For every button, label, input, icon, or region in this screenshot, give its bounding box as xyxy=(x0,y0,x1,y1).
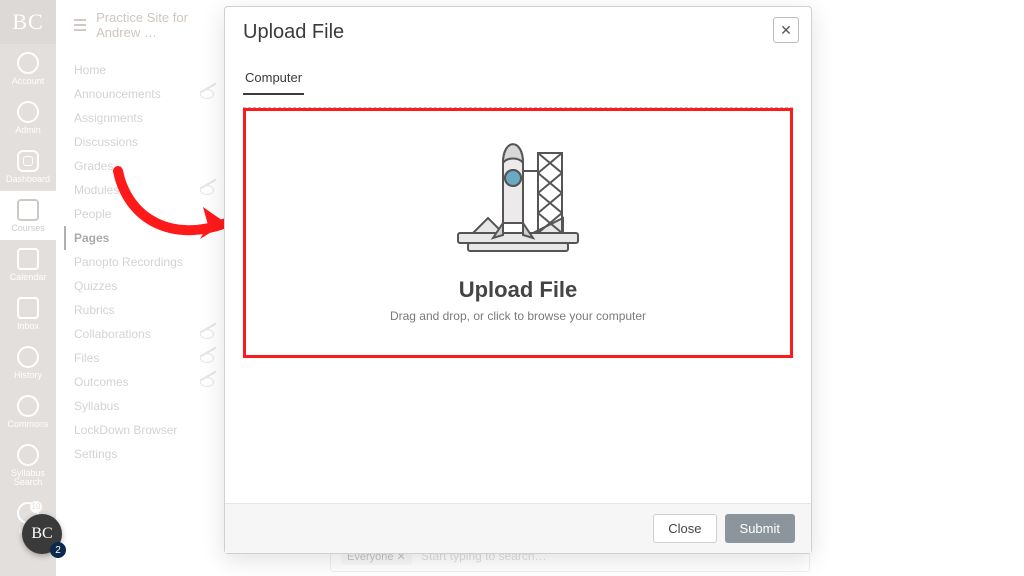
cnav-settings[interactable]: Settings xyxy=(74,442,214,466)
cnav-files[interactable]: Files xyxy=(74,346,214,370)
menu-toggle-icon[interactable] xyxy=(74,19,86,31)
history-icon xyxy=(17,346,39,368)
close-button[interactable]: ✕ xyxy=(773,17,799,43)
cnav-rubrics[interactable]: Rubrics xyxy=(74,298,214,322)
nav-inbox[interactable]: Inbox xyxy=(0,289,56,338)
cnav-outcomes[interactable]: Outcomes xyxy=(74,370,214,394)
nav-dashboard[interactable]: Dashboard xyxy=(0,142,56,191)
cnav-quizzes[interactable]: Quizzes xyxy=(74,274,214,298)
avatar-badge: 2 xyxy=(50,542,66,558)
search-icon xyxy=(17,444,39,466)
submit-button[interactable]: Submit xyxy=(725,514,795,543)
cnav-announcements[interactable]: Announcements xyxy=(74,82,214,106)
modal-header: Upload File ✕ xyxy=(225,7,811,64)
rocket-icon xyxy=(443,123,593,263)
dashboard-icon xyxy=(17,150,39,172)
avatar[interactable]: BC 2 xyxy=(22,514,62,554)
global-nav: BC Account Admin Dashboard Courses Calen… xyxy=(0,0,56,576)
cnav-lockdown[interactable]: LockDown Browser xyxy=(74,418,214,442)
hidden-icon xyxy=(200,329,214,339)
annotation-arrow-icon xyxy=(108,165,243,255)
calendar-icon xyxy=(17,248,39,270)
dropzone-title: Upload File xyxy=(459,277,578,303)
course-title: Practice Site for Andrew … xyxy=(96,10,214,40)
nav-syllabus-search[interactable]: Syllabus Search xyxy=(0,436,56,494)
nav-commons[interactable]: Commons xyxy=(0,387,56,436)
upload-dropzone[interactable]: Upload File Drag and drop, or click to b… xyxy=(243,108,793,358)
upload-file-modal: Upload File ✕ Computer xyxy=(224,6,812,554)
cnav-home[interactable]: Home xyxy=(74,58,214,82)
nav-history[interactable]: History xyxy=(0,338,56,387)
user-circle-icon xyxy=(17,52,39,74)
cnav-assignments[interactable]: Assignments xyxy=(74,106,214,130)
course-nav: Practice Site for Andrew … Home Announce… xyxy=(56,0,226,576)
help-badge: 10 xyxy=(30,501,42,513)
hidden-icon xyxy=(200,89,214,99)
modal-tabs: Computer xyxy=(225,64,811,95)
admin-icon xyxy=(17,101,39,123)
close-icon: ✕ xyxy=(780,22,792,39)
nav-admin[interactable]: Admin xyxy=(0,93,56,142)
course-header: Practice Site for Andrew … xyxy=(74,10,214,40)
cnav-collaborations[interactable]: Collaborations xyxy=(74,322,214,346)
nav-courses[interactable]: Courses xyxy=(0,191,56,240)
modal-footer: Close Submit xyxy=(225,503,811,553)
modal-title: Upload File xyxy=(243,21,793,44)
nav-calendar[interactable]: Calendar xyxy=(0,240,56,289)
modal-body: Upload File Drag and drop, or click to b… xyxy=(225,95,811,503)
book-icon xyxy=(17,199,39,221)
nav-account[interactable]: Account xyxy=(0,44,56,93)
brand-logo[interactable]: BC xyxy=(0,0,56,44)
hidden-icon xyxy=(200,377,214,387)
commons-icon xyxy=(17,395,39,417)
inbox-icon xyxy=(17,297,39,319)
cnav-syllabus[interactable]: Syllabus xyxy=(74,394,214,418)
hidden-icon xyxy=(200,353,214,363)
close-footer-button[interactable]: Close xyxy=(653,514,716,543)
dropzone-subtitle: Drag and drop, or click to browse your c… xyxy=(390,309,646,323)
tab-computer[interactable]: Computer xyxy=(243,70,304,95)
cnav-discussions[interactable]: Discussions xyxy=(74,130,214,154)
